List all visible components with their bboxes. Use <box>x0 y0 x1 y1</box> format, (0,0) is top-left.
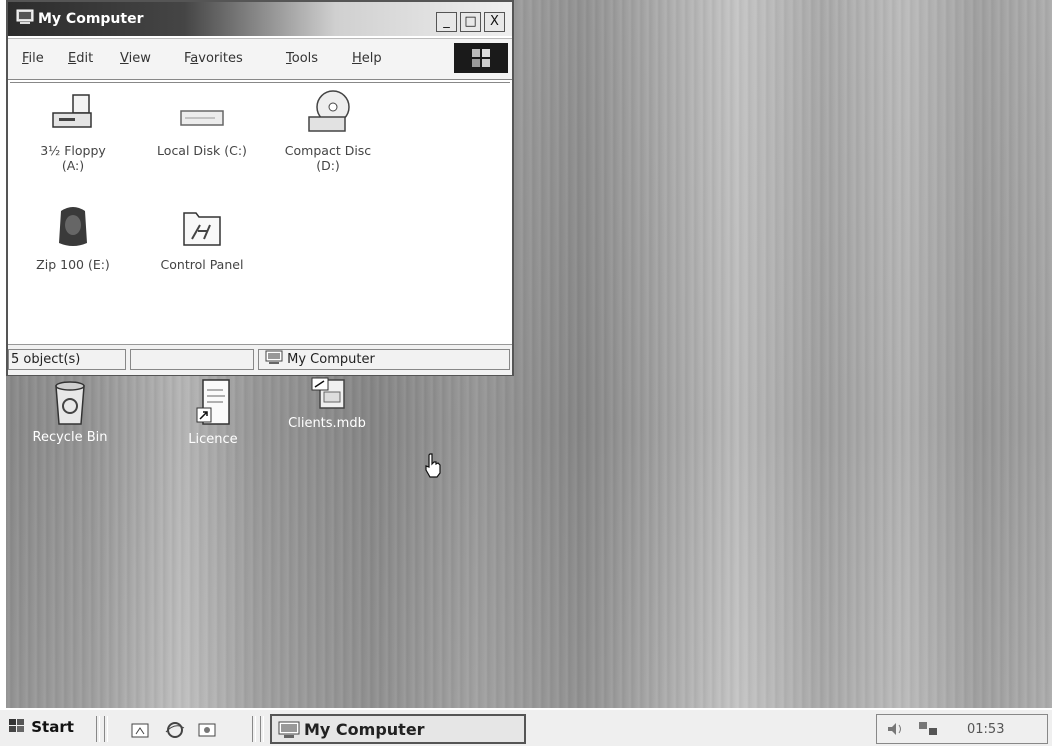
menu-mnemonic: a <box>190 51 199 66</box>
window-title: My Computer <box>38 11 144 27</box>
my-computer-icon <box>278 721 300 738</box>
my-computer-icon <box>16 9 34 24</box>
menu-mnemonic: V <box>120 51 129 66</box>
desktop-icon-label: Clients.mdb <box>288 416 366 431</box>
taskbar-item-my-computer[interactable]: My Computer <box>270 714 526 744</box>
menu-mnemonic: E <box>68 51 77 66</box>
desktop-icon-label: Licence <box>188 432 238 447</box>
item-label-line1: Zip 100 (E:) <box>36 257 110 272</box>
windows-logo-icon <box>9 719 24 732</box>
cd-drive-icon <box>308 90 350 132</box>
drive-list: 3½ Floppy (A:) Local Disk (C:) Compact D… <box>10 82 510 341</box>
item-label-line1: Local Disk (C:) <box>157 143 247 158</box>
control-panel-icon <box>183 212 221 246</box>
desktop-icon-licence[interactable]: Licence <box>168 378 258 447</box>
drive-item-local-disk[interactable]: Local Disk (C:) <box>142 93 262 158</box>
window-titlebar[interactable]: My Computer _ □ X <box>8 2 512 36</box>
hard-disk-icon <box>180 110 224 126</box>
clock: 01:53 <box>967 722 1005 737</box>
item-label-line1: 3½ Floppy <box>40 143 106 158</box>
item-label-line1: Compact Disc <box>284 143 372 158</box>
status-location-label: My Computer <box>287 352 375 367</box>
start-label: Start <box>31 718 74 736</box>
recycle-bin-icon <box>55 381 85 425</box>
menu-view[interactable]: View <box>120 51 151 66</box>
start-button[interactable]: Start <box>8 718 88 742</box>
taskbar-separator <box>96 716 100 742</box>
minimize-button[interactable]: _ <box>436 12 457 32</box>
drive-item-control-panel[interactable]: Control Panel <box>142 207 262 272</box>
floppy-drive-icon <box>52 94 92 128</box>
status-blank <box>130 349 254 370</box>
windows-logo-icon <box>454 43 508 73</box>
my-computer-icon <box>265 350 283 364</box>
desktop-icon-recycle-bin[interactable]: Recycle Bin <box>22 380 118 445</box>
network-icon[interactable] <box>917 720 939 738</box>
zip-drive-icon <box>59 207 87 246</box>
menu-bar: File Edit View Favorites Tools Help <box>8 38 512 80</box>
my-computer-window: My Computer _ □ X File Edit View Favorit… <box>6 0 514 376</box>
item-label-line2: (A:) <box>61 158 85 173</box>
taskbar-separator <box>104 716 108 742</box>
document-shortcut-icon <box>196 379 230 425</box>
status-object-count: 5 object(s) <box>8 349 126 370</box>
taskbar-separator <box>260 716 264 742</box>
drive-item-floppy[interactable]: 3½ Floppy (A:) <box>18 93 128 173</box>
volume-icon[interactable] <box>885 720 905 738</box>
internet-explorer-icon[interactable] <box>164 720 186 740</box>
item-label-line1: Control Panel <box>160 257 244 272</box>
menu-file[interactable]: File <box>22 51 44 66</box>
drive-item-zip[interactable]: Zip 100 (E:) <box>18 205 128 272</box>
menu-edit[interactable]: Edit <box>68 51 93 66</box>
system-tray: 01:53 <box>876 714 1048 744</box>
taskbar: Start My Computer 01:53 <box>0 708 1052 746</box>
hand-cursor-icon <box>425 453 441 478</box>
database-file-icon <box>311 377 345 409</box>
status-location: My Computer <box>258 349 510 370</box>
menu-mnemonic: H <box>352 51 362 66</box>
show-desktop-icon[interactable] <box>130 720 152 740</box>
item-label-line2: (D:) <box>316 158 340 173</box>
close-button[interactable]: X <box>484 12 505 32</box>
outlook-icon[interactable] <box>196 720 218 740</box>
menu-help[interactable]: Help <box>352 51 382 66</box>
taskbar-item-label: My Computer <box>304 720 425 739</box>
status-bar: 5 object(s) My Computer <box>8 344 512 375</box>
taskbar-separator <box>252 716 256 742</box>
menu-tools[interactable]: Tools <box>286 51 318 66</box>
desktop-icon-label: Recycle Bin <box>32 430 108 445</box>
menu-mnemonic: F <box>22 51 29 66</box>
maximize-button[interactable]: □ <box>460 12 481 32</box>
desktop-icon-clients-mdb[interactable]: Clients.mdb <box>272 376 382 431</box>
menu-favorites[interactable]: Favorites <box>184 51 243 66</box>
menu-mnemonic: T <box>286 51 292 66</box>
drive-item-compact-disc[interactable]: Compact Disc (D:) <box>268 89 388 173</box>
